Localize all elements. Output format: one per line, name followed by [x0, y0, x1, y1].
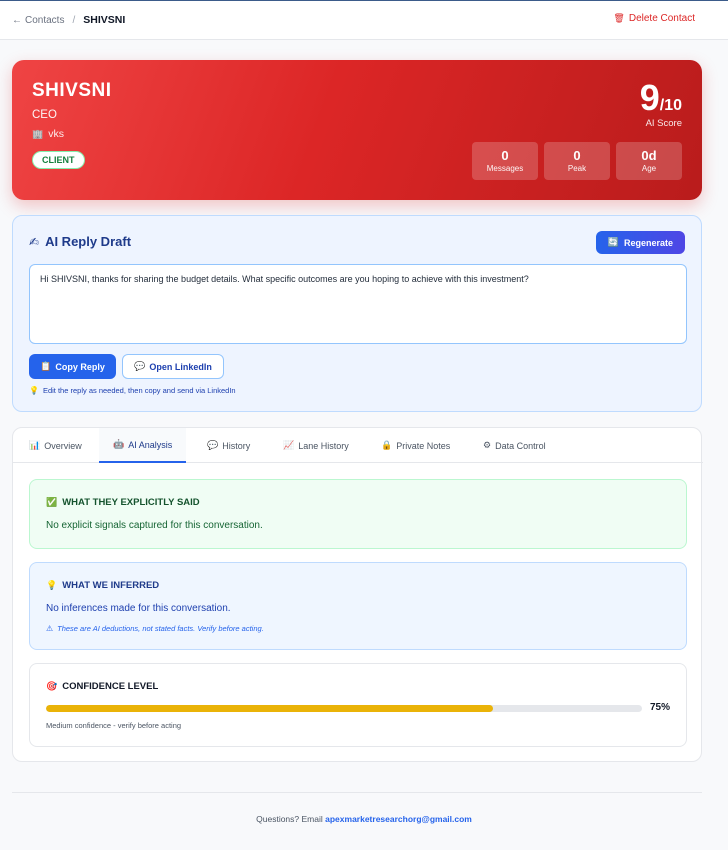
tab-label: Overview — [44, 440, 82, 451]
tab-label: History — [222, 440, 251, 451]
contact-stats: 0 Messages 0 Peak 0d Age — [472, 142, 682, 180]
status-badge: CLIENT — [32, 151, 85, 169]
inferences-warning: ⚠ These are AI deductions, not stated fa… — [46, 624, 264, 633]
inferences-body: No inferences made for this conversation… — [46, 603, 231, 614]
tab-data-control[interactable]: ⚙ Data Control — [483, 428, 546, 463]
contact-company: 🏢 vks — [32, 128, 64, 140]
target-icon: 🎯 — [46, 681, 58, 691]
explicit-signals-body: No explicit signals captured for this co… — [46, 520, 263, 531]
warning-icon: ⚠ — [46, 624, 54, 633]
lightbulb-icon: 💡 — [46, 580, 58, 590]
tab-overview[interactable]: 📊 Overview — [29, 428, 82, 463]
reply-hint-text: Edit the reply as needed, then copy and … — [42, 386, 236, 395]
explicit-signals-card: ✅ WHAT THEY EXPLICITLY SAID No explicit … — [29, 479, 687, 549]
inferences-title: WHAT WE INFERRED — [62, 580, 160, 591]
tab-ai-analysis[interactable]: 🤖 AI Analysis — [99, 428, 187, 463]
ai-reply-draft-title: AI Reply Draft — [45, 234, 132, 249]
ai-reply-draft-heading: ✍ AI Reply Draft — [29, 234, 131, 249]
delete-contact-button[interactable]: 🗑 Delete Contact — [613, 13, 695, 24]
explicit-signals-heading: ✅ WHAT THEY EXPLICITLY SAID — [46, 497, 200, 508]
regenerate-button[interactable]: 🔄 Regenerate — [595, 231, 685, 254]
check-mark-icon: ✅ — [46, 497, 58, 507]
copy-reply-label: Copy Reply — [55, 361, 105, 372]
reply-textarea[interactable]: Hi SHIVSNI, thanks for sharing the budge… — [29, 264, 687, 344]
breadcrumb-separator: / — [72, 14, 76, 26]
tab-private-notes[interactable]: 🔒 Private Notes — [381, 428, 450, 463]
reply-hint: 💡 Edit the reply as needed, then copy an… — [29, 386, 236, 395]
stat-value: 0 — [573, 148, 581, 163]
gear-icon: ⚙ — [483, 440, 492, 450]
footer-divider — [12, 792, 702, 793]
trash-icon: 🗑 — [613, 13, 625, 23]
tab-label: Lane History — [298, 440, 349, 451]
stat-label: Messages — [486, 164, 524, 173]
inferences-heading: 💡 WHAT WE INFERRED — [46, 580, 159, 591]
confidence-bar-fill — [46, 705, 493, 712]
trend-chart-icon: 📈 — [283, 440, 295, 450]
lock-icon: 🔒 — [381, 440, 393, 450]
tab-label: AI Analysis — [128, 439, 173, 450]
robot-icon: 🤖 — [113, 439, 125, 449]
tab-label: Private Notes — [396, 440, 451, 451]
bar-chart-icon: 📊 — [29, 440, 41, 450]
tab-lane-history[interactable]: 📈 Lane History — [283, 428, 349, 463]
ai-score-max: /10 — [659, 97, 682, 114]
contact-name: SHIVSNI — [32, 80, 112, 101]
building-icon: 🏢 — [32, 128, 44, 139]
contact-title: CEO — [32, 109, 57, 121]
regenerate-label: Regenerate — [623, 237, 673, 248]
confidence-note: Medium confidence - verify before acting — [46, 721, 182, 730]
footer: Questions? Email apexmarketresearchorg@g… — [0, 814, 728, 824]
copy-reply-button[interactable]: 📋 Copy Reply — [29, 354, 116, 379]
ai-score: 9/10 AI Score — [639, 77, 682, 130]
ai-reply-draft-card: ✍ AI Reply Draft 🔄 Regenerate Hi SHIVSNI… — [12, 215, 702, 412]
writing-hand-icon: ✍ — [29, 234, 40, 249]
open-linkedin-label: Open LinkedIn — [149, 361, 212, 372]
stat-messages: 0 Messages — [472, 142, 538, 180]
confidence-bar — [46, 705, 642, 712]
stat-peak: 0 Peak — [544, 142, 610, 180]
breadcrumb-contacts-link[interactable]: Contacts — [25, 15, 64, 26]
stat-age: 0d Age — [616, 142, 682, 180]
speech-bubble-icon: 💬 — [207, 440, 219, 450]
contact-header-card: SHIVSNI CEO 🏢 vks CLIENT 9/10 AI Score 0… — [12, 60, 702, 200]
speech-bubble-icon: 💬 — [134, 361, 146, 371]
stat-value: 0 — [501, 148, 509, 163]
tab-label: Data Control — [495, 440, 546, 451]
inferences-warning-text: These are AI deductions, not stated fact… — [57, 624, 264, 633]
ai-score-value: 9 — [639, 77, 660, 118]
stat-value: 0d — [641, 148, 657, 163]
tab-history[interactable]: 💬 History — [207, 428, 250, 463]
confidence-card: 🎯 CONFIDENCE LEVEL 75% Medium confidence… — [29, 663, 687, 747]
refresh-icon: 🔄 — [607, 237, 619, 247]
tab-bar: 📊 Overview 🤖 AI Analysis 💬 History 📈 Lan… — [13, 428, 703, 463]
breadcrumb: ← Contacts / SHIVSNI — [12, 14, 125, 26]
contact-tabs-panel: 📊 Overview 🤖 AI Analysis 💬 History 📈 Lan… — [12, 427, 703, 762]
clipboard-icon: 📋 — [40, 361, 52, 371]
delete-contact-label: Delete Contact — [628, 13, 695, 24]
stat-label: Peak — [567, 164, 587, 173]
breadcrumb-current: SHIVSNI — [83, 14, 126, 26]
company-name: vks — [48, 128, 64, 140]
top-bar: ← Contacts / SHIVSNI 🗑 Delete Contact — [0, 0, 728, 40]
ai-score-label: AI Score — [645, 118, 682, 129]
stat-label: Age — [641, 164, 657, 173]
explicit-signals-title: WHAT THEY EXPLICITLY SAID — [62, 497, 200, 508]
confidence-heading: 🎯 CONFIDENCE LEVEL — [46, 681, 158, 692]
footer-text: Questions? Email — [256, 814, 323, 824]
lightbulb-icon: 💡 — [29, 386, 39, 395]
inferences-card: 💡 WHAT WE INFERRED No inferences made fo… — [29, 562, 687, 650]
open-linkedin-button[interactable]: 💬 Open LinkedIn — [122, 354, 224, 379]
confidence-title: CONFIDENCE LEVEL — [62, 681, 159, 692]
confidence-percent: 75% — [649, 702, 670, 713]
footer-email-link[interactable]: apexmarketresearchorg@gmail.com — [325, 814, 472, 824]
back-arrow-icon[interactable]: ← — [12, 15, 22, 26]
